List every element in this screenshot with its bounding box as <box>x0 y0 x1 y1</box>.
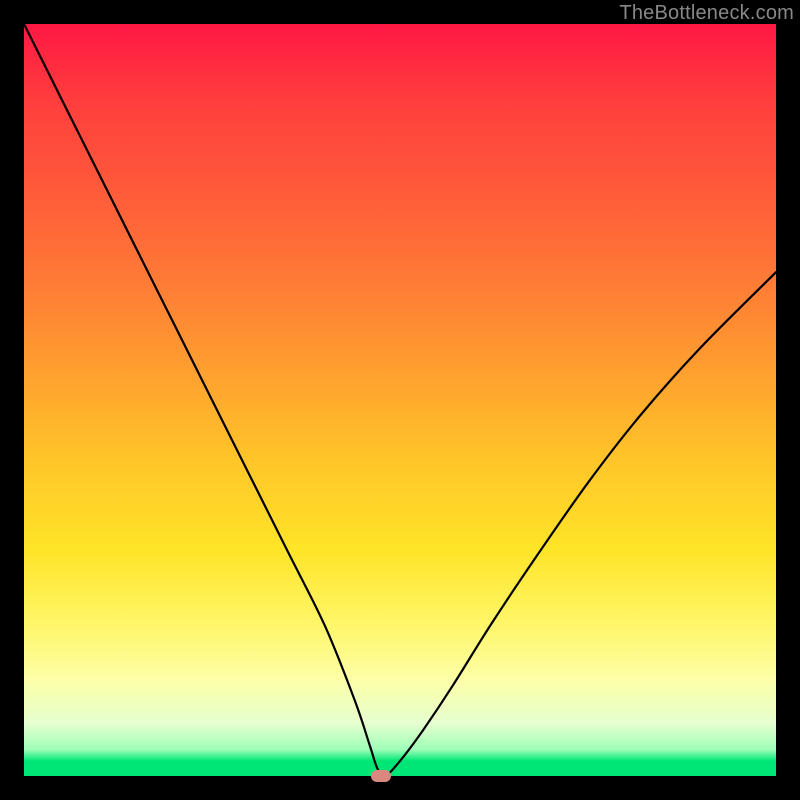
chart-frame: TheBottleneck.com <box>0 0 800 800</box>
bottleneck-curve <box>24 24 776 776</box>
watermark-text: TheBottleneck.com <box>619 2 794 25</box>
optimal-marker <box>371 770 391 782</box>
plot-area <box>24 24 776 776</box>
curve-svg <box>24 24 776 776</box>
